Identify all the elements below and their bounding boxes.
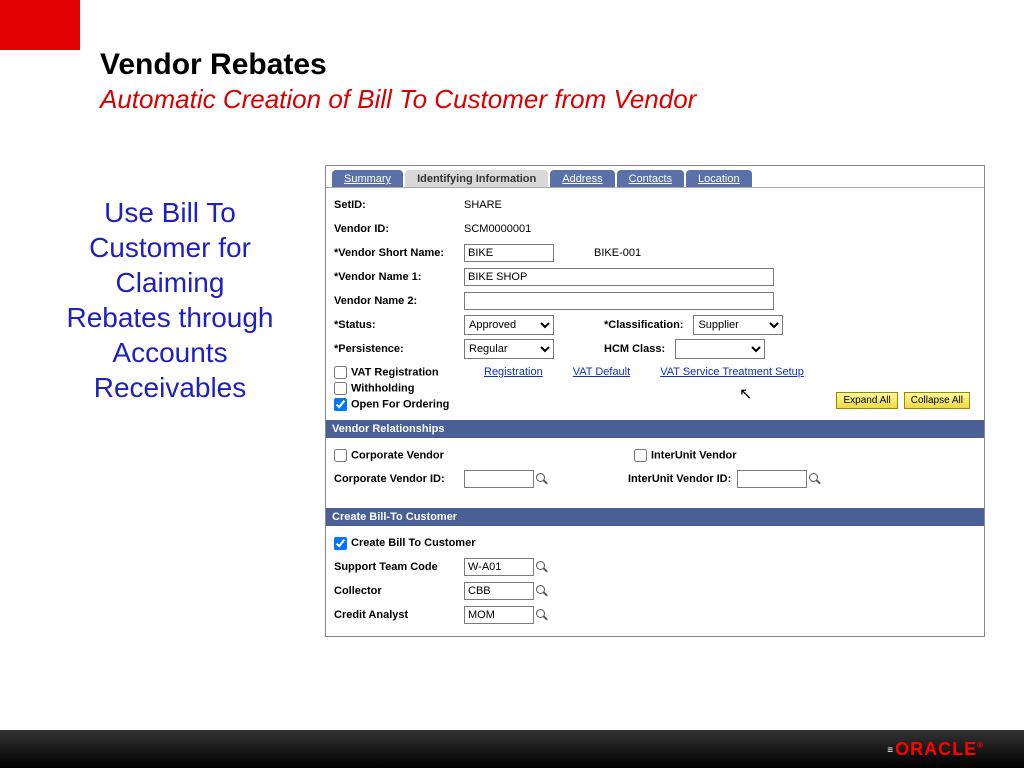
tab-location[interactable]: Location <box>686 170 752 187</box>
create-bill-to-customer-section: Create Bill To Customer Support Team Cod… <box>326 526 984 636</box>
corporate-vendor-id-input[interactable] <box>464 470 534 488</box>
vat-registration-label: VAT Registration <box>351 366 439 378</box>
interunit-vendor-label: InterUnit Vendor <box>651 449 737 461</box>
lookup-icon[interactable] <box>536 561 548 573</box>
setid-label: SetID: <box>334 199 464 211</box>
page-subtitle: Automatic Creation of Bill To Customer f… <box>100 84 696 115</box>
classification-label: *Classification: <box>604 319 683 331</box>
status-select[interactable]: Approved <box>464 315 554 335</box>
name2-label: Vendor Name 2: <box>334 295 464 307</box>
vendor-relationships-section: Corporate Vendor InterUnit Vendor Corpor… <box>326 438 984 494</box>
cursor-icon: ↖ <box>739 384 752 404</box>
status-label: *Status: <box>334 319 464 331</box>
classification-select[interactable]: Supplier <box>693 315 783 335</box>
tab-address[interactable]: Address <box>550 170 614 187</box>
create-bill-to-customer-checkbox[interactable] <box>334 537 347 550</box>
tab-contacts[interactable]: Contacts <box>617 170 684 187</box>
persistence-label: *Persistence: <box>334 343 464 355</box>
credit-analyst-label: Credit Analyst <box>334 609 464 621</box>
collapse-all-button[interactable]: Collapse All <box>904 392 970 409</box>
persistence-select[interactable]: Regular <box>464 339 554 359</box>
lookup-icon[interactable] <box>536 585 548 597</box>
hcm-label: HCM Class: <box>604 343 665 355</box>
corner-brand-block <box>0 0 80 50</box>
shortname-input[interactable] <box>464 244 554 262</box>
open-for-ordering-checkbox[interactable] <box>334 398 347 411</box>
shortname-suffix: BIKE-001 <box>594 247 641 259</box>
footer-bar: ≡ORACLE® <box>0 730 1024 768</box>
expand-all-button[interactable]: Expand All <box>836 392 897 409</box>
vendorid-value: SCM0000001 <box>464 223 531 235</box>
collector-input[interactable] <box>464 582 534 600</box>
open-for-ordering-label: Open For Ordering <box>351 398 449 410</box>
vat-default-link[interactable]: VAT Default <box>573 366 630 378</box>
vendor-form-panel: Summary Identifying Information Address … <box>325 165 985 637</box>
side-note: Use Bill To Customer for Claiming Rebate… <box>60 195 280 405</box>
withholding-checkbox[interactable] <box>334 382 347 395</box>
corporate-vendor-id-label: Corporate Vendor ID: <box>334 473 464 485</box>
name1-input[interactable] <box>464 268 774 286</box>
tab-row: Summary Identifying Information Address … <box>326 166 984 188</box>
interunit-vendor-checkbox[interactable] <box>634 449 647 462</box>
collector-label: Collector <box>334 585 464 597</box>
page-title: Vendor Rebates <box>100 48 696 82</box>
title-block: Vendor Rebates Automatic Creation of Bil… <box>100 48 696 115</box>
lookup-icon[interactable] <box>536 473 548 485</box>
corporate-vendor-label: Corporate Vendor <box>351 449 444 461</box>
setid-value: SHARE <box>464 199 502 211</box>
hcm-select[interactable] <box>675 339 765 359</box>
withholding-label: Withholding <box>351 382 414 394</box>
tab-summary[interactable]: Summary <box>332 170 403 187</box>
vendorid-label: Vendor ID: <box>334 223 464 235</box>
tab-identifying-information[interactable]: Identifying Information <box>405 170 548 187</box>
create-bill-to-customer-label: Create Bill To Customer <box>351 537 476 549</box>
support-team-code-input[interactable] <box>464 558 534 576</box>
create-bill-to-customer-header: Create Bill-To Customer <box>326 508 984 526</box>
registration-link[interactable]: Registration <box>484 366 543 378</box>
vat-service-treatment-link[interactable]: VAT Service Treatment Setup <box>660 366 804 378</box>
identifying-info-section: SetID: SHARE Vendor ID: SCM0000001 *Vend… <box>326 188 984 420</box>
vendor-relationships-header: Vendor Relationships <box>326 420 984 438</box>
name1-label: *Vendor Name 1: <box>334 271 464 283</box>
interunit-vendor-id-label: InterUnit Vendor ID: <box>628 473 731 485</box>
support-team-code-label: Support Team Code <box>334 561 464 573</box>
oracle-logo: ≡ORACLE® <box>887 739 984 760</box>
shortname-label: *Vendor Short Name: <box>334 247 464 259</box>
name2-input[interactable] <box>464 292 774 310</box>
interunit-vendor-id-input[interactable] <box>737 470 807 488</box>
lookup-icon[interactable] <box>809 473 821 485</box>
lookup-icon[interactable] <box>536 609 548 621</box>
vat-registration-checkbox[interactable] <box>334 366 347 379</box>
credit-analyst-input[interactable] <box>464 606 534 624</box>
corporate-vendor-checkbox[interactable] <box>334 449 347 462</box>
